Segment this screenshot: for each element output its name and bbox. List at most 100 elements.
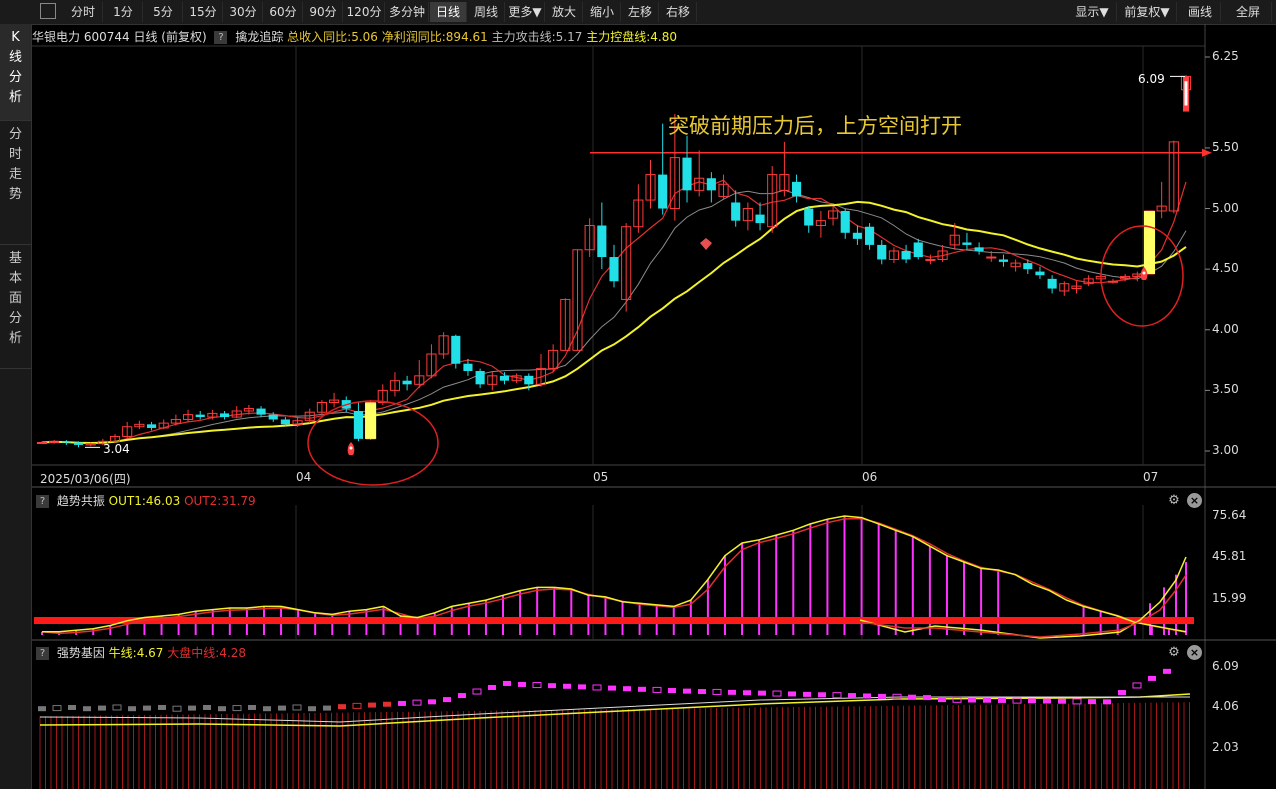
price-high-label: 6.09 [1138,72,1165,86]
gene-box [338,704,346,710]
candle-body [974,247,984,251]
ma5-line [41,179,1187,444]
candle-body [731,202,741,221]
gene-box [863,693,871,699]
gene-box [443,697,451,703]
gene-box [263,706,271,712]
panel2-out2: OUT2:31.79 [184,494,256,508]
panel3-axis-label: 2.03 [1212,740,1239,754]
gene-box [968,697,976,703]
gene-box [428,699,436,705]
ma10-line [41,189,1187,444]
gene-box [1072,698,1082,705]
panel3-close-icon[interactable]: × [1187,645,1202,660]
gene-box [728,689,736,695]
gene-box [518,681,526,687]
gene-box [608,685,616,691]
limit-up-candle-core [1184,81,1188,106]
date-axis-label: 2025/03/06(四) [40,472,131,486]
gene-box [938,697,946,703]
candle-body [658,174,668,209]
panel2-close-icon[interactable]: × [1187,493,1202,508]
candle-body [256,408,266,415]
panel2-name[interactable]: 趋势共振 [57,494,105,508]
gene-box [818,692,826,698]
gene-box [743,690,751,696]
trend-zero-band [34,617,1194,624]
gene-box [1088,699,1096,705]
gene-box [38,706,46,712]
candle-body [609,257,619,282]
ma20-line [41,200,1187,445]
help-icon[interactable]: ? [36,647,49,660]
signal-diamond-icon [700,238,712,250]
candle-body [986,256,997,259]
candle-body [706,178,716,191]
price-axis-label: 4.00 [1212,321,1239,336]
candle-body [852,232,862,239]
gene-box [292,704,302,711]
breakout-candle [1143,210,1156,275]
candle-body [962,242,972,245]
price-axis-label: 3.00 [1212,443,1239,457]
gene-box [1028,698,1036,704]
chart-canvas[interactable] [0,0,1276,789]
date-axis-label: 04 [296,470,312,484]
gene-box [412,699,422,706]
gene-box [638,686,646,692]
gene-box [68,704,76,710]
candle-body [925,258,936,261]
bull-line [39,693,1191,727]
price-low-label: 3.04 [103,442,130,456]
gene-box [908,694,916,700]
candle-body [865,226,875,245]
panel2-axis-label: 75.64 [1212,508,1247,522]
gene-box [1163,668,1171,674]
gene-box [308,706,316,712]
gene-box [803,691,811,697]
gene-box [563,683,571,689]
gene-box [143,705,151,711]
candle-body [499,375,510,381]
panel3-bull: 牛线:4.67 [108,646,164,660]
help-icon[interactable]: ? [36,495,49,508]
panel3-settings-icon[interactable]: ⚙ [1166,645,1182,661]
breakout-candle [365,402,377,439]
gene-box [758,690,766,696]
gene-box [878,693,886,699]
gene-box [52,705,62,712]
panel3-axis-label: 6.09 [1212,659,1239,673]
candle-body [463,363,473,371]
gene-box [458,693,466,699]
rocket-icon-window [1142,271,1146,275]
date-axis-label: 06 [862,470,878,484]
gene-box [1118,690,1126,696]
panel2-axis-label: 15.99 [1212,591,1247,605]
gene-box [1132,682,1142,689]
price-axis-label: 6.25 [1212,49,1239,63]
panel2-settings-icon[interactable]: ⚙ [1166,493,1182,509]
price-axis-label: 4.50 [1212,261,1239,276]
resistance-arrow-icon [1202,148,1212,157]
candle-body [1107,280,1119,283]
gene-box [623,686,631,692]
candle-body [877,244,887,260]
gene-box [998,697,1006,703]
gene-box [532,682,542,689]
gene-box [128,706,136,712]
gene-box [383,701,391,707]
gene-box [772,690,782,697]
gene-box [548,683,556,689]
gene-box [668,688,676,694]
candle-body [901,250,911,260]
price-axis-label: 3.50 [1212,382,1239,397]
candle-body [36,442,48,445]
trend-out2-tail [859,574,1187,638]
panel3-name[interactable]: 强势基因 [57,646,105,660]
gene-box [98,705,106,711]
gene-box [218,706,226,712]
candle-body [804,208,814,226]
candle-body [791,181,802,197]
gene-box [1148,675,1156,681]
date-axis-label: 07 [1143,470,1159,484]
